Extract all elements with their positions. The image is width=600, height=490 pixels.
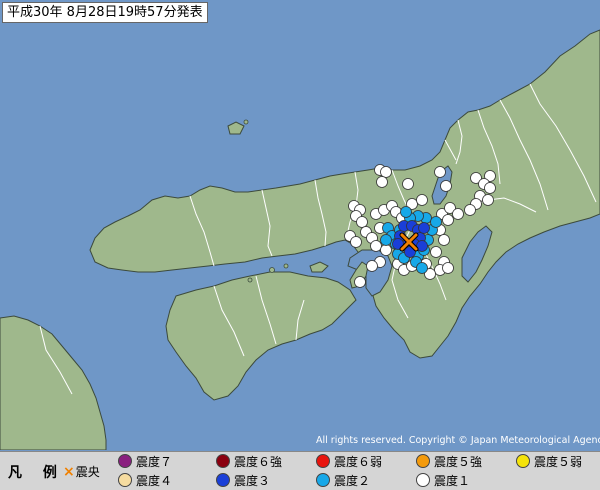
land-islet	[283, 263, 289, 269]
station-intensity-1	[452, 208, 464, 220]
station-intensity-1	[430, 246, 442, 258]
intensity-3-dot-icon	[216, 473, 230, 487]
legend-label: 震度４	[136, 474, 173, 488]
station-intensity-3	[418, 222, 430, 234]
legend-label: 震度６強	[234, 455, 283, 469]
legend-item-intensity-6-lower: 震度６弱	[316, 453, 382, 471]
legend-label: 震度３	[234, 474, 271, 488]
station-intensity-1	[370, 240, 382, 252]
intensity-4-dot-icon	[118, 473, 132, 487]
legend-item-intensity-3: 震度３	[216, 472, 270, 490]
copyright-notice: All rights reserved. Copyright © Japan M…	[316, 435, 600, 446]
legend-heading: 凡 例	[8, 465, 65, 481]
station-intensity-1	[484, 182, 496, 194]
intensity-6-upper-dot-icon	[216, 454, 230, 468]
land-oki-islet	[243, 119, 249, 125]
station-intensity-1	[440, 180, 452, 192]
legend-panel: 凡 例 ×震央 震度７ 震度６強 震度６弱 震度５強 震度５弱 震度４ 震度３ …	[0, 451, 600, 490]
legend-label: 震度６弱	[334, 455, 383, 469]
station-intensity-1	[380, 166, 392, 178]
legend-epicenter: ×震央	[63, 463, 100, 480]
legend-item-intensity-4: 震度４	[118, 472, 172, 490]
intensity-5-upper-dot-icon	[416, 454, 430, 468]
station-intensity-1	[464, 204, 476, 216]
epicenter-x-icon: ×	[63, 464, 75, 480]
station-intensity-1	[442, 262, 454, 274]
station-intensity-1	[402, 178, 414, 190]
station-intensity-1	[354, 276, 366, 288]
station-intensity-2	[380, 234, 392, 246]
station-intensity-1	[482, 194, 494, 206]
legend-epicenter-label: 震央	[75, 465, 100, 479]
legend-item-intensity-6-upper: 震度６強	[216, 453, 282, 471]
announcement-title: 平成30年 8月28日19時57分発表	[2, 2, 208, 23]
intensity-1-dot-icon	[416, 473, 430, 487]
station-intensity-1	[376, 176, 388, 188]
intensity-5-lower-dot-icon	[516, 454, 530, 468]
station-intensity-1	[442, 214, 454, 226]
intensity-2-dot-icon	[316, 473, 330, 487]
land-islet	[269, 267, 275, 273]
land-islet	[247, 277, 253, 283]
intensity-6-lower-dot-icon	[316, 454, 330, 468]
legend-item-intensity-1: 震度１	[416, 472, 470, 490]
station-intensity-1	[438, 234, 450, 246]
station-intensity-2	[400, 206, 412, 218]
map-canvas[interactable]	[0, 0, 600, 450]
station-intensity-1	[356, 216, 368, 228]
intensity-7-dot-icon	[118, 454, 132, 468]
station-intensity-2	[430, 216, 442, 228]
station-intensity-1	[350, 236, 362, 248]
station-intensity-1	[434, 166, 446, 178]
station-intensity-2	[416, 262, 428, 274]
legend-item-intensity-2: 震度２	[316, 472, 370, 490]
earthquake-intensity-map: 平成30年 8月28日19時57分発表 All rights reserved.…	[0, 0, 600, 490]
legend-label: 震度５弱	[534, 455, 583, 469]
legend-item-intensity-5-lower: 震度５弱	[516, 453, 582, 471]
legend-label: 震度２	[334, 474, 371, 488]
legend-label: 震度７	[136, 455, 173, 469]
legend-item-intensity-5-upper: 震度５強	[416, 453, 482, 471]
legend-label: 震度１	[434, 474, 471, 488]
station-intensity-1	[366, 260, 378, 272]
legend-label: 震度５強	[434, 455, 483, 469]
station-intensity-1	[416, 194, 428, 206]
station-intensity-1	[380, 244, 392, 256]
legend-item-intensity-7: 震度７	[118, 453, 172, 471]
